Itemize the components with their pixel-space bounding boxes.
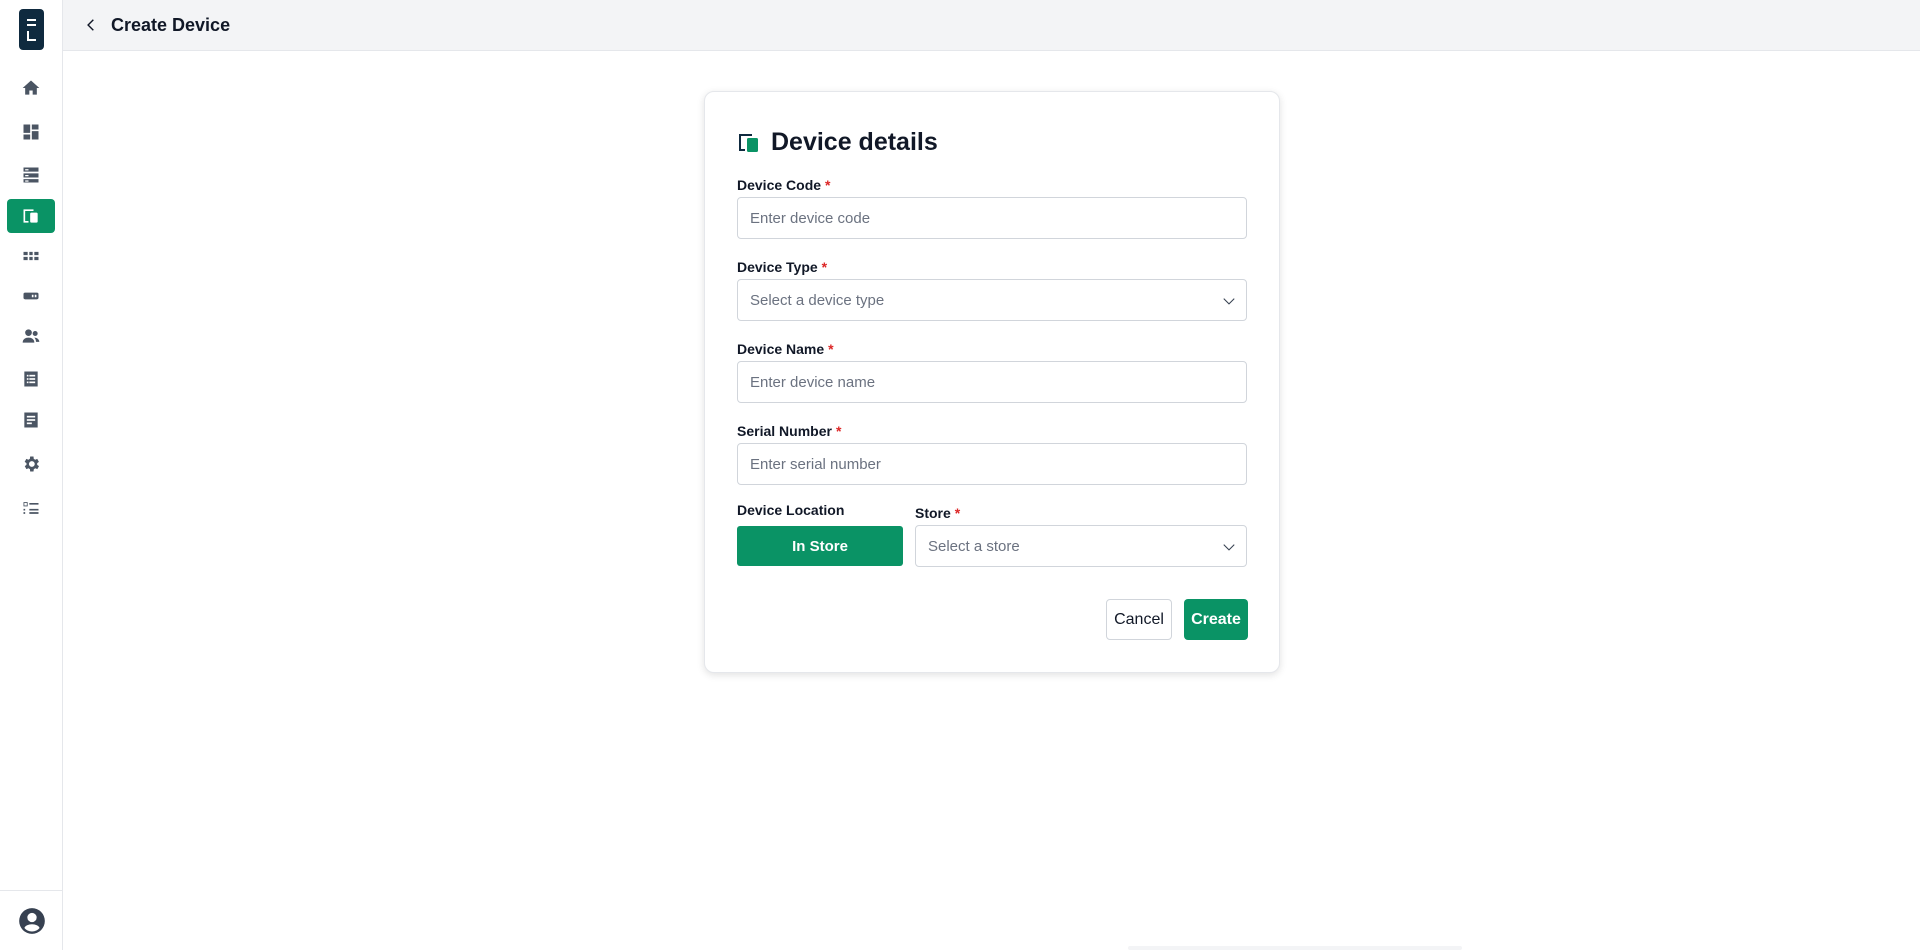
report-icon [24, 412, 38, 428]
create-button[interactable]: Create [1184, 599, 1248, 640]
device-name-input[interactable] [737, 361, 1247, 403]
sidebar-item-dashboard[interactable] [7, 115, 55, 149]
serial-number-label: Serial Number * [737, 423, 842, 439]
card-header: Device details [737, 128, 938, 157]
devices-icon [23, 209, 38, 223]
store-select[interactable]: Select a store [915, 525, 1247, 567]
required-marker: * [835, 423, 842, 439]
chevron-left-icon [87, 19, 94, 31]
chevron-down-icon [1222, 294, 1236, 308]
cancel-button[interactable]: Cancel [1106, 599, 1172, 640]
device-location-label: Device Location [737, 502, 845, 518]
back-button[interactable] [80, 14, 102, 36]
sidebar-item-home[interactable] [7, 71, 55, 105]
serial-number-input[interactable] [737, 443, 1247, 485]
device-code-input[interactable] [737, 197, 1247, 239]
sidebar-item-apps[interactable] [7, 239, 55, 273]
required-marker: * [825, 177, 831, 193]
task-list-icon [23, 502, 39, 514]
server-icon [23, 167, 39, 183]
sidebar-item-lists[interactable] [7, 362, 55, 396]
device-details-card: Device details Device Code* Device Type*… [704, 91, 1280, 673]
required-marker: * [828, 341, 834, 357]
bottom-edge-shadow [1128, 946, 1462, 950]
required-marker: * [954, 505, 961, 521]
account-circle-icon [19, 908, 45, 934]
store-label: Store * [915, 505, 961, 521]
sidebar-item-devices[interactable] [7, 199, 55, 233]
sidebar-divider [0, 890, 63, 891]
sidebar-item-hardware[interactable] [7, 279, 55, 313]
device-type-placeholder: Select a device type [750, 291, 885, 309]
sidebar-item-tasks[interactable] [7, 491, 55, 525]
sidebar-item-servers[interactable] [7, 158, 55, 192]
devices-icon [739, 133, 758, 152]
sidebar [0, 0, 63, 950]
page-header: Create Device [63, 0, 1920, 51]
device-name-label: Device Name * [737, 341, 834, 357]
gear-icon [24, 456, 39, 472]
required-marker: * [821, 259, 828, 275]
app-logo[interactable] [19, 9, 44, 50]
user-avatar[interactable] [18, 907, 46, 935]
page-title: Create Device [111, 14, 231, 35]
dashboard-icon [23, 124, 39, 140]
home-icon [22, 80, 40, 95]
users-icon [22, 329, 40, 343]
device-type-select[interactable]: Select a device type [737, 279, 1247, 321]
sidebar-item-reports[interactable] [7, 403, 55, 437]
chevron-down-icon [1222, 540, 1236, 554]
hardware-icon [23, 292, 39, 300]
list-icon [24, 371, 38, 387]
device-type-label: Device Type * [737, 259, 828, 275]
device-code-label: Device Code * [737, 177, 831, 193]
card-title: Device details [771, 128, 938, 156]
sidebar-item-settings[interactable] [7, 447, 55, 481]
store-placeholder: Select a store [928, 537, 1020, 555]
apps-grid-icon [23, 251, 39, 261]
sidebar-item-users[interactable] [7, 319, 55, 353]
in-store-button[interactable]: In Store [737, 526, 903, 566]
